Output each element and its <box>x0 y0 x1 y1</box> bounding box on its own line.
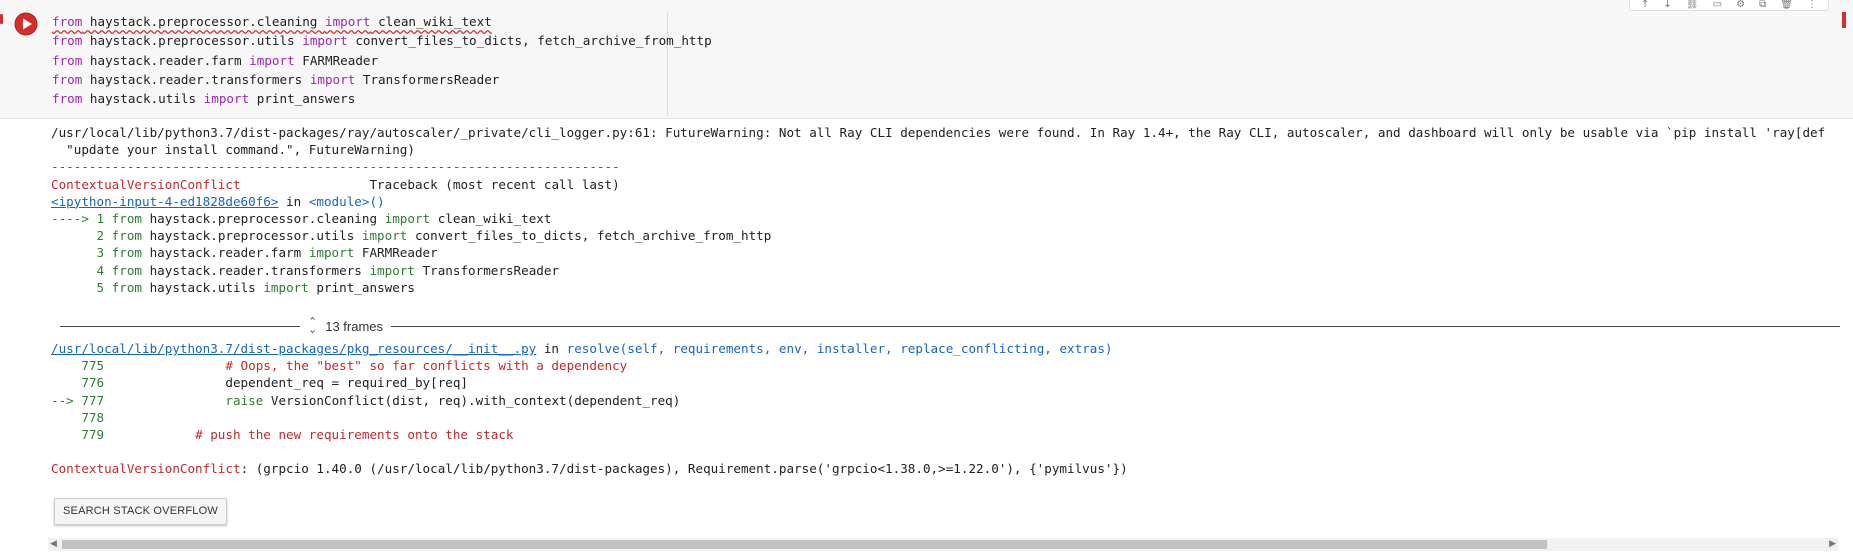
link-icon[interactable]: ⛓ <box>1686 0 1699 10</box>
module-name: <module>() <box>308 193 385 209</box>
expand-collapse-icon[interactable]: ⌃ ⌄ <box>308 317 317 336</box>
traceback-line-1: ----> 1 from haystack.preprocessor.clean… <box>51 211 552 227</box>
run-cell-icon[interactable] <box>12 10 40 38</box>
source-line-775: 775 # Oops, the "best" so far conflicts … <box>51 358 628 374</box>
scrollbar-thumb[interactable] <box>62 540 1547 549</box>
source-line-778: 778 <box>51 409 105 425</box>
file-link[interactable]: /usr/local/lib/python3.7/dist-packages/p… <box>51 341 536 356</box>
source-line-779: 779 # push the new requirements onto the… <box>51 427 514 443</box>
input-location: <ipython-input-4-ed1828de60f6> in <modul… <box>51 193 385 209</box>
cell-output: /usr/local/lib/python3.7/dist-packages/r… <box>51 124 1841 296</box>
error-name: ContextualVersionConflict <box>51 176 241 192</box>
horizontal-scrollbar[interactable]: ◀ ▶ <box>48 538 1838 551</box>
final-error-name: ContextualVersionConflict <box>51 461 241 477</box>
gear-icon[interactable]: ⚙ <box>1736 0 1745 10</box>
warning-line-continued: "update your install command.", FutureWa… <box>51 142 415 158</box>
input-link[interactable]: <ipython-input-4-ed1828de60f6> <box>51 194 278 209</box>
code-line-4: from haystack.reader.transformers import… <box>52 71 500 87</box>
error-scroll-marker <box>1842 12 1846 28</box>
frames-label[interactable]: 13 frames <box>325 319 383 334</box>
scroll-right-icon[interactable]: ▶ <box>1829 538 1836 551</box>
code-editor[interactable]: from haystack.preprocessor.cleaning impo… <box>52 12 712 116</box>
error-marker <box>0 14 3 24</box>
code-line-1: from haystack.preprocessor.cleaning impo… <box>52 14 492 29</box>
traceback-line-5: 5 from haystack.utils import print_answe… <box>51 279 415 295</box>
function-signature: resolve(self, requirements, env, install… <box>566 341 1113 356</box>
traceback-label: Traceback (most recent call last) <box>369 176 620 192</box>
traceback-line-3: 3 from haystack.reader.farm import FARMR… <box>51 245 438 261</box>
frame-location: /usr/local/lib/python3.7/dist-packages/p… <box>51 341 1113 356</box>
traceback-header: ContextualVersionConflict Traceback (mos… <box>51 176 1841 193</box>
source-line-776: 776 dependent_req = required_by[req] <box>51 375 469 391</box>
scroll-left-icon[interactable]: ◀ <box>50 538 57 551</box>
source-line-777: --> 777 raise VersionConflict(dist, req)… <box>51 392 681 408</box>
comment-icon[interactable]: ▭ <box>1713 0 1722 10</box>
traceback-line-4: 4 from haystack.reader.transformers impo… <box>51 262 560 278</box>
warning-line: /usr/local/lib/python3.7/dist-packages/r… <box>51 125 1826 140</box>
code-line-3: from haystack.reader.farm import FARMRea… <box>52 52 379 68</box>
frame-output: /usr/local/lib/python3.7/dist-packages/p… <box>51 340 1841 478</box>
arrow-down-icon[interactable]: ↓ <box>1663 0 1671 10</box>
trash-icon[interactable]: 🗑 <box>1780 0 1793 10</box>
collapsed-frames[interactable]: ⌃ ⌄ 13 frames <box>60 316 1840 336</box>
traceback-separator: ----------------------------------------… <box>51 159 620 175</box>
traceback-line-2: 2 from haystack.preprocessor.utils impor… <box>51 228 772 244</box>
more-icon[interactable]: ⋮ <box>1807 0 1817 10</box>
frames-rule-right <box>391 325 1840 327</box>
final-error-message: : (grpcio 1.40.0 (/usr/local/lib/python3… <box>240 461 1128 477</box>
code-cell-input[interactable]: from haystack.preprocessor.cleaning impo… <box>0 0 1853 119</box>
cell-toolbar: ↑ ↓ ⛓ ▭ ⚙ ⧉ 🗑 ⋮ <box>1629 0 1829 11</box>
code-line-2: from haystack.preprocessor.utils import … <box>52 33 712 49</box>
final-error: ContextualVersionConflict: (grpcio 1.40.… <box>51 460 1841 477</box>
code-line-5: from haystack.utils import print_answers <box>52 91 356 107</box>
search-stack-overflow-button[interactable]: SEARCH STACK OVERFLOW <box>54 498 227 525</box>
copy-icon[interactable]: ⧉ <box>1759 0 1766 10</box>
frames-rule-left <box>60 325 300 327</box>
arrow-up-icon[interactable]: ↑ <box>1641 0 1649 10</box>
